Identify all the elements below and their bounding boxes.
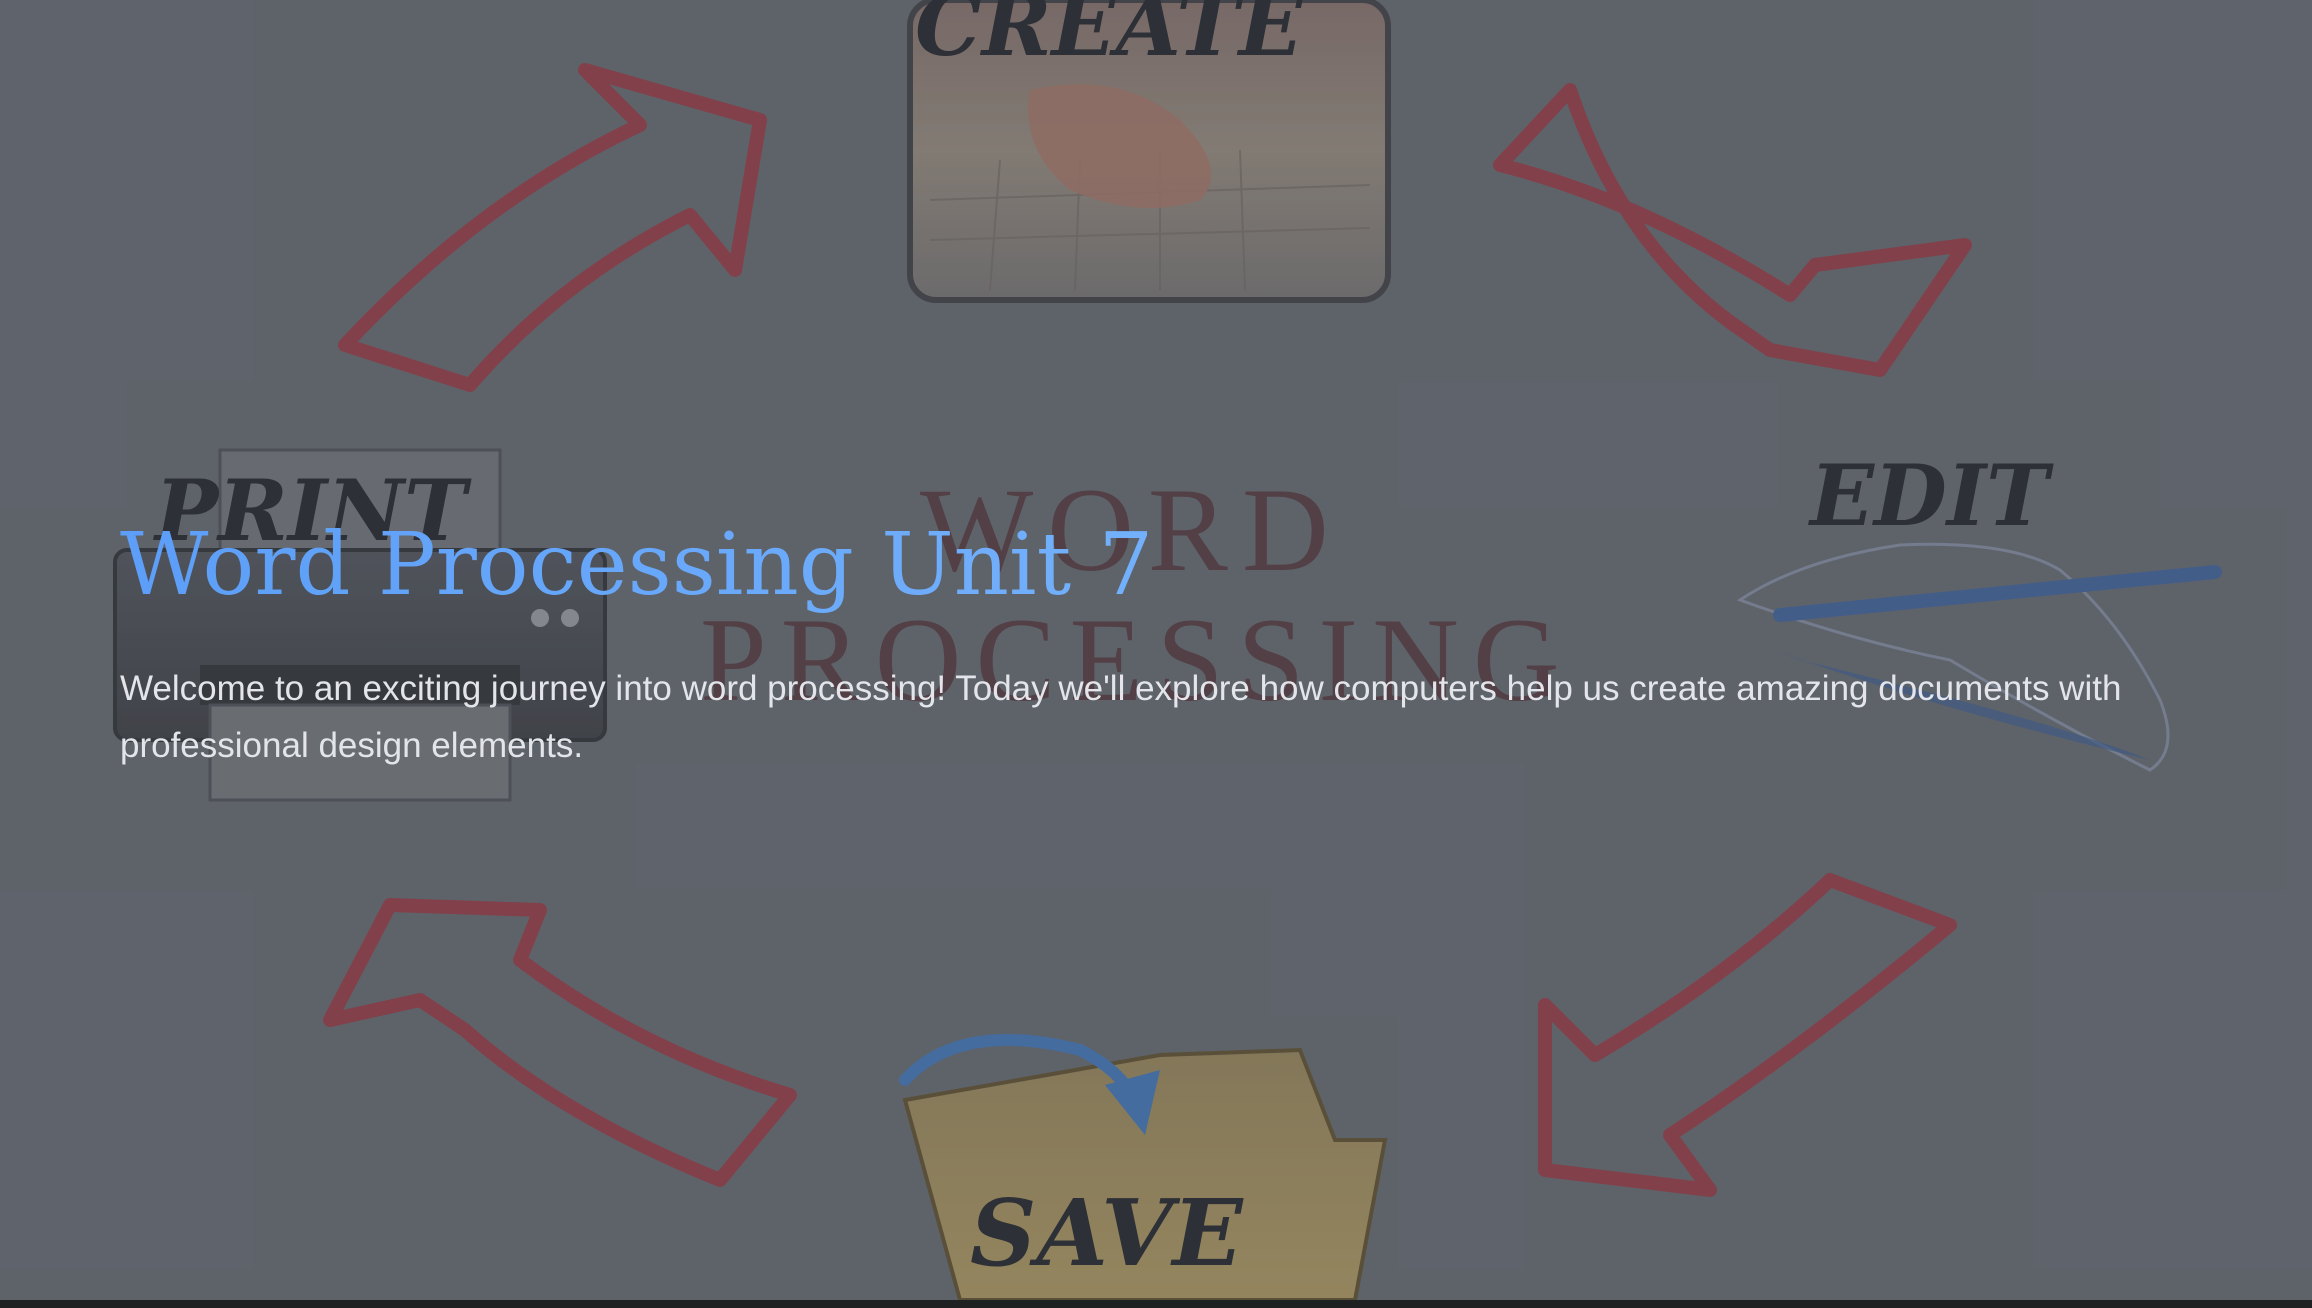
page-title: Word Processing Unit 7 (120, 510, 2220, 620)
intro-paragraph: Welcome to an exciting journey into word… (120, 669, 2122, 765)
bottom-bar (0, 1300, 2312, 1308)
slide: CREATE EDIT SAVE PROCESSING Word Process… (0, 0, 2312, 1300)
slide-content: Word Processing Unit 7 Welcome to an exc… (120, 510, 2220, 774)
